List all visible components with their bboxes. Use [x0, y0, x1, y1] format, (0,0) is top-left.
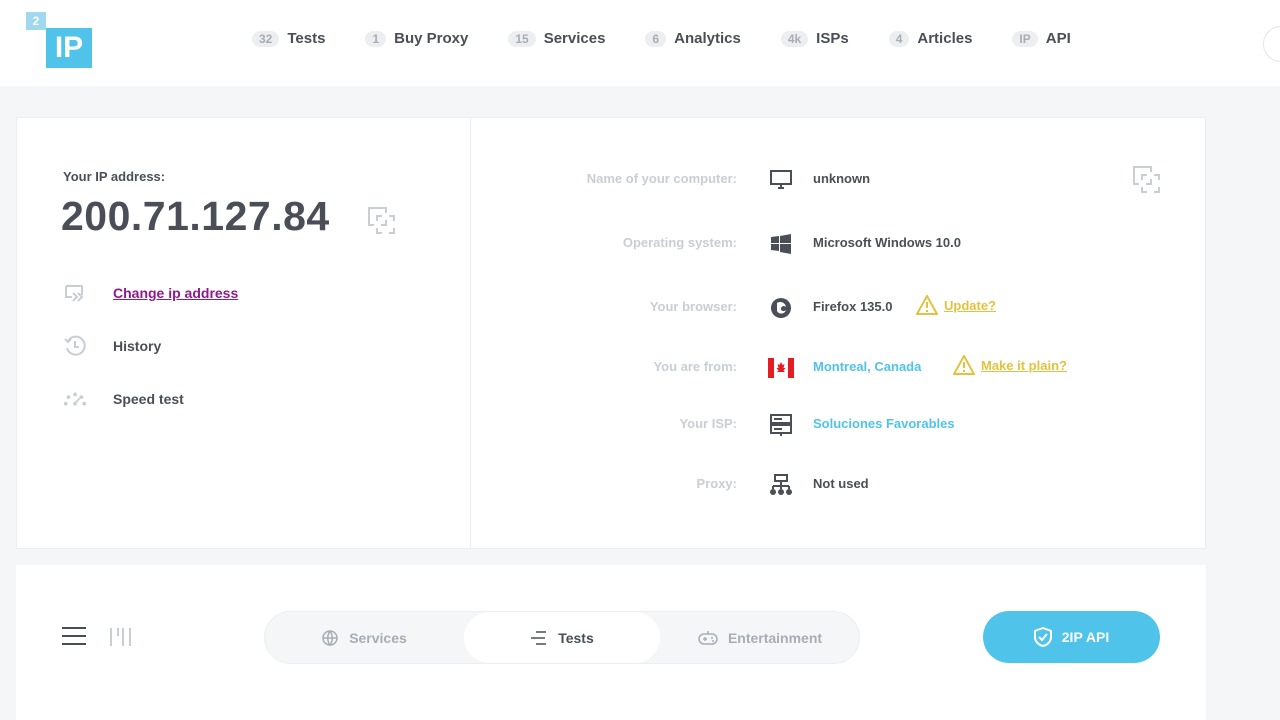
proxy-key: Proxy: [696, 476, 737, 491]
nav-label: API [1045, 30, 1071, 47]
history-label: History [113, 338, 162, 354]
tab-tests[interactable]: Tests [464, 612, 660, 663]
computer-key: Name of your computer: [586, 171, 737, 186]
theme-toggle-button[interactable] [1263, 26, 1280, 62]
shield-icon [1033, 627, 1052, 647]
logo[interactable]: 2 IP [26, 12, 92, 69]
computer-row: Name of your computer: unknown [471, 165, 1171, 195]
browser-update-link[interactable]: Update? [916, 295, 996, 315]
category-tabs: Services Tests Entertainment [264, 611, 860, 664]
logo-small: 2 [26, 12, 46, 30]
location-value[interactable]: Montreal, Canada [813, 359, 921, 374]
nav-item-tests[interactable]: 32 Tests [252, 30, 325, 47]
tab-services[interactable]: Services [265, 612, 463, 663]
nav-item-analytics[interactable]: 6 Analytics [645, 30, 741, 47]
globe-icon [322, 629, 338, 646]
tab-entertainment-label: Entertainment [727, 629, 823, 646]
site-header: 2 IP 32 Tests 1 Buy Proxy 15 Services 6 … [0, 0, 1280, 86]
nav-item-services[interactable]: 15 Services [508, 30, 605, 47]
computer-value: unknown [813, 171, 871, 186]
nav-badge: 6 [645, 30, 667, 47]
nav-item-buy-proxy[interactable]: 1 Buy Proxy [365, 30, 468, 47]
history-icon [63, 334, 87, 358]
tab-services-label: Services [349, 629, 407, 646]
windows-icon [768, 231, 794, 257]
os-value: Microsoft Windows 10.0 [813, 235, 961, 250]
isp-key: Your ISP: [679, 416, 737, 431]
network-icon [768, 472, 794, 498]
firefox-icon [768, 295, 794, 321]
columns-view-icon[interactable] [110, 628, 132, 646]
server-icon [768, 412, 794, 438]
nav-item-articles[interactable]: 4 Articles [888, 30, 973, 47]
api-button[interactable]: 2IP API [983, 611, 1160, 663]
gamepad-icon [698, 630, 718, 645]
nav-badge: 4 [888, 30, 910, 47]
monitor-icon [768, 167, 794, 193]
tab-tests-label: Tests [558, 629, 594, 646]
location-row: You are from: Montreal, Canada Make it p… [471, 353, 1171, 383]
os-key: Operating system: [622, 235, 737, 250]
change-ip-icon [63, 281, 87, 305]
tab-entertainment[interactable]: Entertainment [661, 612, 859, 663]
ip-label: Your IP address: [63, 169, 166, 184]
copy-ip-icon[interactable] [368, 207, 396, 235]
isp-value[interactable]: Soluciones Favorables [813, 416, 955, 431]
warning-icon [953, 355, 975, 375]
speed-test-label: Speed test [113, 391, 184, 407]
change-ip-link[interactable]: Change ip address [63, 281, 238, 305]
tools-card: Services Tests Entertainment 2IP API [16, 565, 1206, 720]
speed-test-link[interactable]: Speed test [63, 387, 184, 411]
hamburger-menu-icon[interactable] [62, 627, 86, 645]
nav-badge: 4k [780, 30, 809, 47]
canada-flag-icon [768, 355, 794, 381]
speedometer-icon [63, 387, 87, 411]
proxy-row: Proxy: Not used [471, 470, 1171, 500]
update-label: Update? [944, 297, 996, 313]
isp-row: Your ISP: Soluciones Favorables [471, 410, 1171, 440]
browser-key: Your browser: [649, 299, 737, 314]
nav-label: Analytics [674, 30, 741, 47]
make-it-plain-link[interactable]: Make it plain? [953, 355, 1067, 375]
nav-badge: 32 [252, 30, 280, 47]
nav-label: Tests [287, 30, 326, 47]
ip-address: 200.71.127.84 [61, 193, 330, 239]
change-ip-label: Change ip address [113, 285, 239, 301]
browser-value: Firefox 135.0 [813, 299, 893, 314]
nav-badge: 15 [508, 30, 536, 47]
nav-label: ISPs [816, 30, 849, 47]
location-key: You are from: [653, 359, 737, 374]
proxy-value: Not used [813, 476, 869, 491]
os-row: Operating system: Microsoft Windows 10.0 [471, 229, 1171, 259]
ip-info-card: Your IP address: 200.71.127.84 Change ip… [16, 117, 1206, 549]
logo-big: IP [46, 28, 92, 68]
browser-row: Your browser: Firefox 135.0 Update? [471, 293, 1171, 323]
main-nav: 32 Tests 1 Buy Proxy 15 Services 6 Analy… [252, 30, 1111, 47]
make-it-plain-label: Make it plain? [981, 357, 1067, 373]
nav-item-api[interactable]: IP API [1012, 30, 1071, 47]
nav-label: Articles [917, 30, 973, 47]
list-icon [531, 630, 547, 645]
nav-badge: IP [1012, 30, 1038, 47]
nav-label: Services [543, 30, 606, 47]
api-button-label: 2IP API [1061, 629, 1110, 645]
nav-badge: 1 [365, 30, 387, 47]
nav-item-isps[interactable]: 4k ISPs [780, 30, 849, 47]
nav-label: Buy Proxy [394, 30, 469, 47]
history-link[interactable]: History [63, 334, 161, 358]
warning-icon [916, 295, 938, 315]
